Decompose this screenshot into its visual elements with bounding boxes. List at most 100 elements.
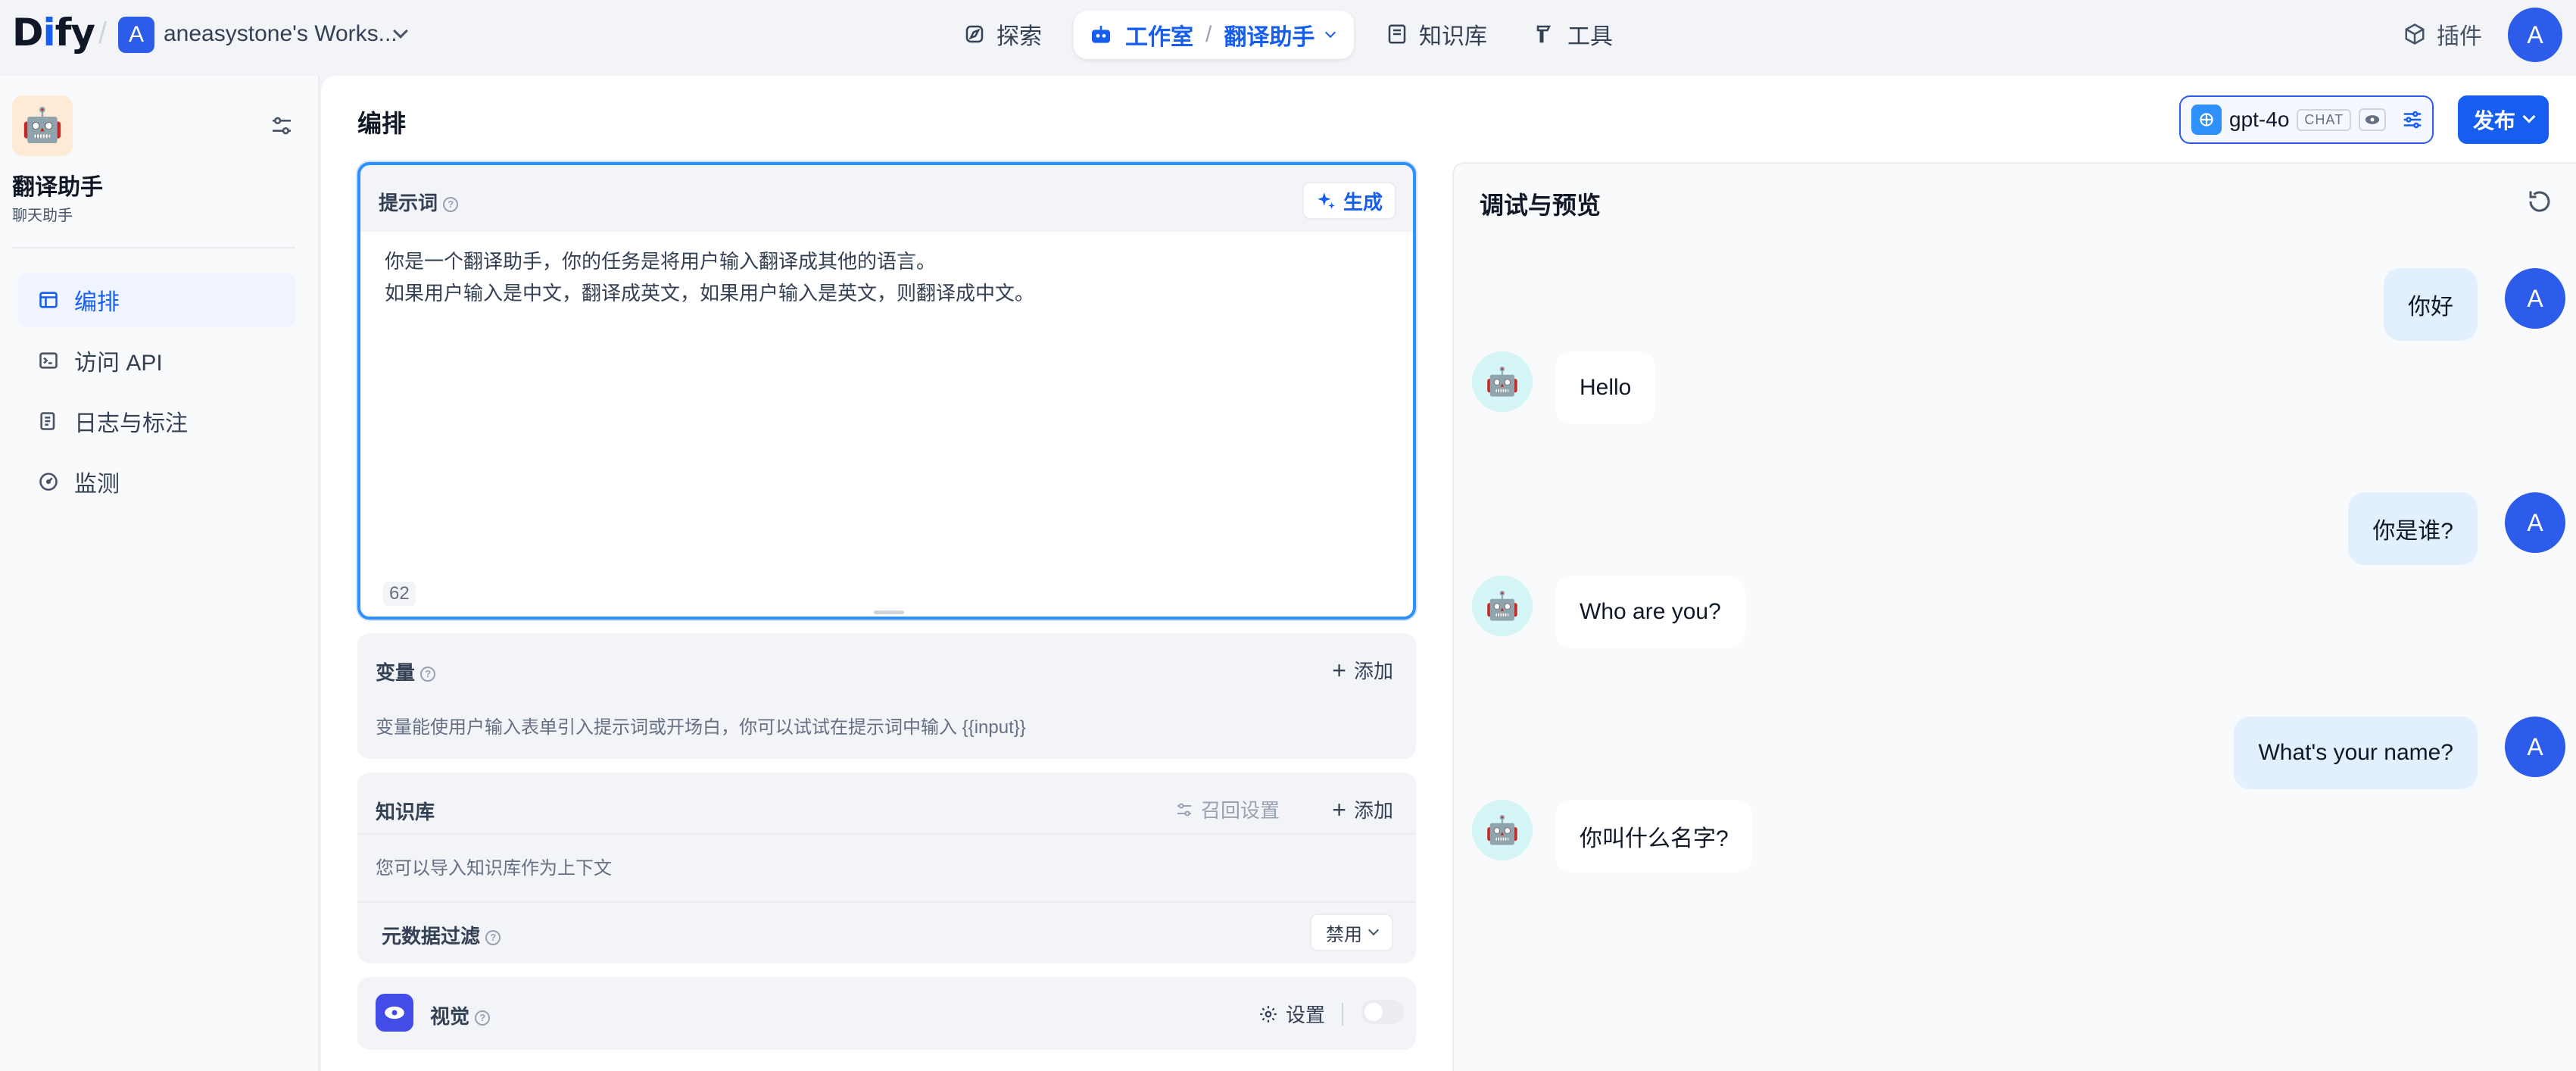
knowledge-card: 知识库 召回设置 + 添加 您可以导入知识库作为上下文 元数据过滤 ? 禁用	[357, 773, 1416, 963]
knowledge-description: 您可以导入知识库作为上下文	[376, 853, 612, 879]
bot-avatar-icon: 🤖	[1472, 576, 1533, 636]
page-title: 编排	[357, 105, 406, 139]
sliders-icon[interactable]	[2401, 108, 2424, 131]
sparkle-icon	[1316, 191, 1336, 211]
metadata-filter-text: 元数据过滤	[382, 925, 480, 948]
refresh-icon[interactable]	[2526, 188, 2553, 215]
nav-knowledge[interactable]: 知识库	[1386, 11, 1487, 58]
sliders-icon	[1175, 801, 1193, 819]
user-avatar: A	[2505, 268, 2565, 329]
add-knowledge-button[interactable]: + 添加	[1332, 795, 1393, 823]
model-mode-badge: CHAT	[2297, 109, 2351, 131]
robot-icon	[1089, 23, 1113, 47]
metadata-filter-value: 禁用	[1326, 920, 1362, 946]
nav-tools[interactable]: 工具	[1534, 11, 1613, 58]
help-icon[interactable]: ?	[443, 197, 458, 212]
publish-button[interactable]: 发布	[2458, 95, 2549, 144]
model-selector[interactable]: gpt-4o CHAT	[2179, 95, 2434, 144]
nav-separator: /	[98, 17, 107, 51]
cube-icon	[2403, 23, 2426, 45]
compass-icon	[963, 23, 986, 45]
current-app-label[interactable]: 翻译助手	[1224, 18, 1315, 52]
prompt-header: 提示词 ? 生成	[360, 165, 1413, 232]
chevron-down-icon[interactable]	[1325, 27, 1336, 38]
resize-handle[interactable]	[874, 610, 904, 614]
user-avatar: A	[2505, 492, 2565, 553]
nav-tools-label: 工具	[1567, 17, 1613, 51]
sidebar: 🤖 翻译助手 聊天助手 编排 访问 API 日志与标注 监测	[0, 76, 320, 1071]
variables-title-text: 变量	[376, 661, 415, 684]
sidebar-item-label: 监测	[74, 465, 120, 498]
gauge-icon	[38, 471, 59, 492]
nav-plugins[interactable]: 插件	[2403, 11, 2482, 58]
dify-logo[interactable]: Dify	[12, 11, 95, 55]
sidebar-item-label: 访问 API	[74, 344, 163, 377]
gear-icon	[1258, 1004, 1278, 1024]
bot-message: Hello	[1555, 351, 1655, 424]
prompt-label: 提示词 ?	[379, 188, 458, 216]
publish-label: 发布	[2473, 105, 2515, 135]
knowledge-title: 知识库	[376, 797, 435, 825]
metadata-filter-select[interactable]: 禁用	[1310, 913, 1393, 951]
toggle-knob	[1364, 1003, 1383, 1021]
variables-card: 变量 ? + 添加 变量能使用户输入表单引入提示词或开场白，你可以试试在提示词中…	[357, 633, 1416, 759]
debug-title: 调试与预览	[1480, 186, 1601, 221]
help-icon[interactable]: ?	[485, 930, 501, 945]
nav-knowledge-label: 知识库	[1419, 17, 1487, 51]
plus-icon: +	[1332, 660, 1346, 680]
bot-avatar-icon: 🤖	[1472, 800, 1533, 860]
prompt-text[interactable]: 你是一个翻译助手，你的任务是将用户输入翻译成其他的语言。 如果用户输入是中文，翻…	[385, 245, 1369, 309]
vision-title: 视觉 ?	[430, 1001, 490, 1029]
sidebar-item-orchestrate[interactable]: 编排	[18, 273, 295, 327]
prompt-editor: 提示词 ? 生成 你是一个翻译助手，你的任务是将用户输入翻译成其他的语言。 如果…	[357, 162, 1416, 620]
vision-card: 视觉 ? 设置	[357, 977, 1416, 1050]
vision-settings-button[interactable]: 设置	[1258, 1000, 1325, 1028]
bot-message: Who are you?	[1555, 576, 1745, 648]
help-icon[interactable]: ?	[475, 1010, 490, 1026]
openai-icon	[2191, 105, 2222, 135]
generate-label: 生成	[1343, 187, 1383, 215]
book-icon	[1386, 23, 1408, 45]
user-message: 你是谁?	[2348, 492, 2478, 565]
nav-separator: /	[1205, 22, 1212, 48]
app-type: 聊天助手	[12, 203, 73, 225]
sliders-icon[interactable]	[270, 114, 294, 138]
user-message: 你好	[2384, 268, 2478, 341]
user-avatar[interactable]: A	[2508, 8, 2562, 62]
vision-title-text: 视觉	[430, 1005, 469, 1028]
vision-toggle[interactable]	[1361, 1000, 1404, 1024]
chevron-down-icon	[2523, 111, 2536, 123]
hammer-icon	[1534, 23, 1557, 45]
workspace-avatar[interactable]: A	[118, 17, 154, 53]
variables-title: 变量 ?	[376, 657, 435, 685]
app-robot-icon: 🤖	[12, 95, 73, 156]
nav-studio[interactable]: 工作室 / 翻译助手	[1089, 11, 1334, 59]
help-icon[interactable]: ?	[420, 667, 435, 682]
recall-settings-button[interactable]: 召回设置	[1175, 795, 1280, 823]
prompt-textarea[interactable]: 你是一个翻译助手，你的任务是将用户输入翻译成其他的语言。 如果用户输入是中文，翻…	[360, 232, 1413, 620]
bot-avatar-icon: 🤖	[1472, 351, 1533, 412]
layout-icon	[38, 289, 59, 311]
app-name: 翻译助手	[12, 168, 103, 201]
workspace-name[interactable]: aneasystone's Works...	[164, 21, 398, 47]
divider	[12, 247, 295, 248]
char-count: 62	[383, 582, 416, 606]
metadata-filter-title: 元数据过滤 ?	[382, 921, 501, 949]
sidebar-item-api[interactable]: 访问 API	[18, 333, 295, 388]
recall-label: 召回设置	[1201, 795, 1280, 823]
eye-icon	[2359, 108, 2386, 131]
divider	[357, 901, 1416, 903]
generate-button[interactable]: 生成	[1302, 182, 1396, 220]
prompt-label-text: 提示词	[379, 192, 438, 214]
add-label: 添加	[1354, 656, 1393, 684]
add-label: 添加	[1354, 795, 1393, 823]
add-variable-button[interactable]: + 添加	[1332, 656, 1393, 684]
settings-label: 设置	[1286, 1000, 1325, 1028]
sidebar-item-logs[interactable]: 日志与标注	[18, 394, 295, 448]
divider	[357, 833, 1416, 835]
nav-explore[interactable]: 探索	[963, 11, 1042, 58]
sidebar-item-monitor[interactable]: 监测	[18, 454, 295, 509]
user-message: What's your name?	[2234, 717, 2478, 789]
nav-studio-label: 工作室	[1125, 18, 1193, 52]
bot-message: 你叫什么名字?	[1555, 800, 1753, 873]
